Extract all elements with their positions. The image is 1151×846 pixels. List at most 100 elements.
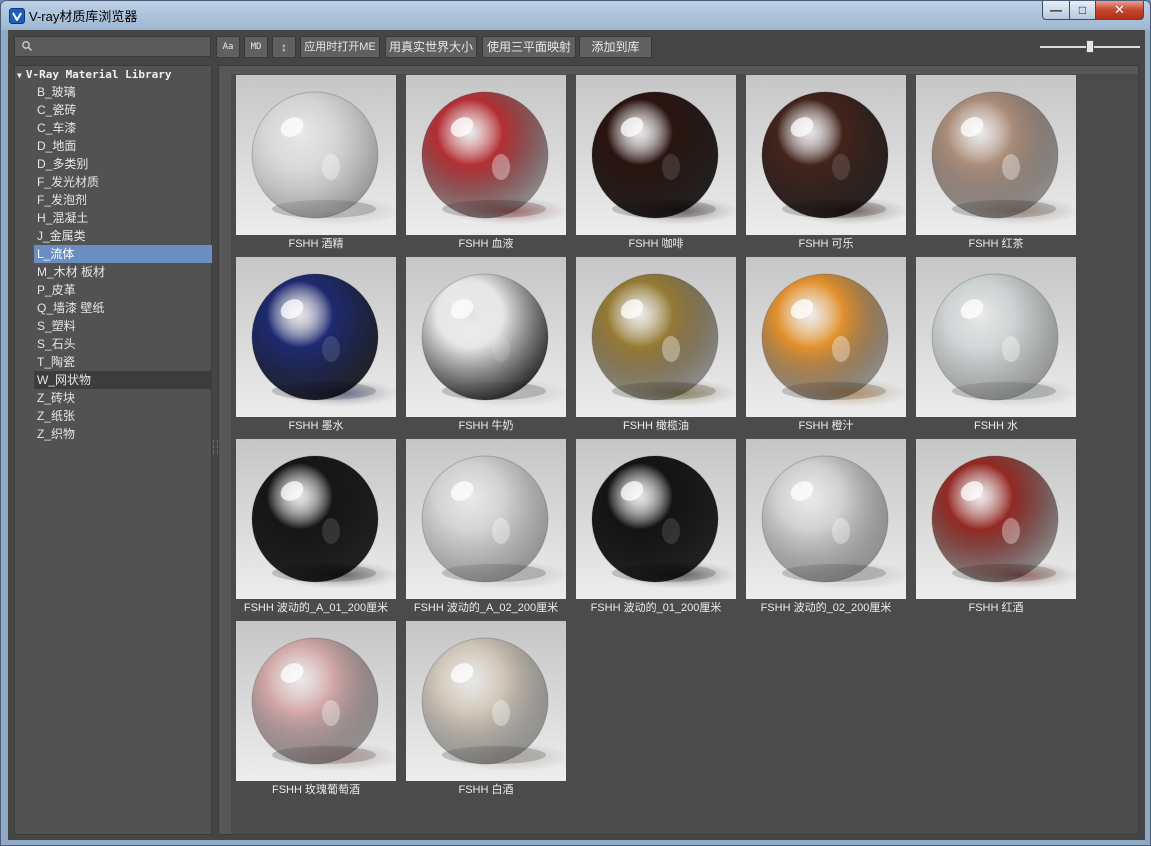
material-tile[interactable]: FSHH 血液: [406, 75, 568, 255]
material-tile[interactable]: FSHH 橙汁: [746, 257, 908, 437]
material-tile[interactable]: FSHH 酒精: [236, 75, 398, 255]
material-grid-panel: FSHH 酒精 FSHH 血液 FSHH 咖啡 FSHH 可乐 FSHH 红茶 FSHH …: [218, 65, 1139, 835]
tree-root-node[interactable]: ▼ V-Ray Material Library: [17, 68, 172, 82]
tree-item[interactable]: T_陶瓷: [34, 353, 212, 371]
apply-open-me-button[interactable]: 应用时打开ME: [300, 36, 380, 58]
material-tile[interactable]: FSHH 波动的_02_200厘米: [746, 439, 908, 619]
material-preview-sphere[interactable]: [916, 257, 1076, 417]
client-area: Aa MD ↕ 应用时打开ME 用真实世界大小 使用三平面映射 添加到库 ▼ V-…: [8, 30, 1145, 840]
material-preview-sphere[interactable]: [406, 257, 566, 417]
library-tree[interactable]: ▼ V-Ray Material Library B_玻璃 C_瓷砖 C_车漆 D_地面…: [14, 65, 212, 835]
tree-item[interactable]: Z_纸张: [34, 407, 212, 425]
tree-root-label: V-Ray Material Library: [25, 68, 172, 81]
material-tile[interactable]: FSHH 红茶: [916, 75, 1078, 255]
vray-app-icon: [9, 8, 25, 24]
material-preview-sphere[interactable]: [236, 257, 396, 417]
md-button[interactable]: MD: [244, 36, 268, 58]
maximize-button[interactable]: □: [1069, 1, 1096, 20]
tree-item[interactable]: L_流体: [34, 245, 212, 263]
material-label: FSHH 水: [974, 420, 1018, 432]
sort-button[interactable]: ↕: [272, 36, 296, 58]
material-tile[interactable]: FSHH 波动的_A_02_200厘米: [406, 439, 568, 619]
close-icon: ✕: [1114, 2, 1125, 17]
material-label: FSHH 橙汁: [798, 420, 854, 432]
tree-item[interactable]: J_金属类: [34, 227, 212, 245]
material-label: FSHH 牛奶: [458, 420, 514, 432]
minimize-button[interactable]: —: [1042, 1, 1070, 20]
real-world-size-button[interactable]: 用真实世界大小: [385, 36, 477, 58]
tree-item[interactable]: M_木材 板材: [34, 263, 212, 281]
tree-item[interactable]: Q_墙漆 壁纸: [34, 299, 212, 317]
tree-item[interactable]: Z_砖块: [34, 389, 212, 407]
material-tile[interactable]: FSHH 波动的_01_200厘米: [576, 439, 738, 619]
material-label: FSHH 墨水: [288, 420, 344, 432]
material-tile[interactable]: FSHH 玫瑰葡萄酒: [236, 621, 398, 801]
tree-item[interactable]: F_发泡剂: [34, 191, 212, 209]
add-to-library-button[interactable]: 添加到库: [579, 36, 652, 58]
thumbnail-size-slider[interactable]: [1040, 40, 1140, 54]
material-preview-sphere[interactable]: [746, 75, 906, 235]
material-preview-sphere[interactable]: [916, 75, 1076, 235]
material-preview-sphere[interactable]: [916, 439, 1076, 599]
tree-item[interactable]: C_车漆: [34, 119, 212, 137]
material-label: FSHH 波动的_02_200厘米: [760, 602, 892, 614]
material-tile[interactable]: FSHH 可乐: [746, 75, 908, 255]
grid-left-band: [219, 66, 231, 834]
material-preview-sphere[interactable]: [236, 621, 396, 781]
tree-item[interactable]: C_瓷砖: [34, 101, 212, 119]
material-label: FSHH 咖啡: [628, 238, 684, 250]
material-preview-sphere[interactable]: [406, 75, 566, 235]
material-tile[interactable]: FSHH 波动的_A_01_200厘米: [236, 439, 398, 619]
tree-item[interactable]: Z_织物: [34, 425, 212, 443]
expand-arrow-icon[interactable]: ▼: [17, 71, 22, 80]
minimize-icon: —: [1050, 3, 1062, 17]
material-tile[interactable]: FSHH 墨水: [236, 257, 398, 437]
tree-item[interactable]: D_地面: [34, 137, 212, 155]
tree-item[interactable]: F_发光材质: [34, 173, 212, 191]
material-tile[interactable]: FSHH 水: [916, 257, 1078, 437]
material-label: FSHH 白酒: [458, 784, 514, 796]
material-preview-sphere[interactable]: [236, 75, 396, 235]
material-label: FSHH 波动的_A_02_200厘米: [413, 602, 559, 614]
title-bar[interactable]: V-ray材质库浏览器 — □ ✕: [1, 1, 1150, 29]
material-label: FSHH 酒精: [288, 238, 344, 250]
app-window: V-ray材质库浏览器 — □ ✕ Aa MD ↕ 应用时打开ME 用真实世界大…: [0, 0, 1151, 846]
material-preview-sphere[interactable]: [746, 257, 906, 417]
tree-item[interactable]: S_石头: [34, 335, 212, 353]
material-preview-sphere[interactable]: [576, 257, 736, 417]
grid-header-band: [231, 66, 1138, 74]
material-tile[interactable]: FSHH 牛奶: [406, 257, 568, 437]
close-button[interactable]: ✕: [1095, 1, 1144, 20]
material-tile[interactable]: FSHH 咖啡: [576, 75, 738, 255]
triplanar-mapping-button[interactable]: 使用三平面映射: [482, 36, 576, 58]
material-label: FSHH 红酒: [968, 602, 1024, 614]
material-label: FSHH 波动的_01_200厘米: [590, 602, 722, 614]
material-preview-sphere[interactable]: [406, 439, 566, 599]
material-tile[interactable]: FSHH 橄榄油: [576, 257, 738, 437]
material-label: FSHH 红茶: [968, 238, 1024, 250]
material-tile[interactable]: FSHH 白酒: [406, 621, 568, 801]
tree-item[interactable]: B_玻璃: [34, 83, 212, 101]
material-label: FSHH 血液: [458, 238, 514, 250]
material-label: FSHH 玫瑰葡萄酒: [272, 784, 360, 796]
material-label: FSHH 橄榄油: [623, 420, 689, 432]
material-preview-sphere[interactable]: [406, 621, 566, 781]
tree-item[interactable]: D_多类别: [34, 155, 212, 173]
search-icon: [22, 41, 33, 52]
font-size-button[interactable]: Aa: [216, 36, 240, 58]
material-preview-sphere[interactable]: [576, 75, 736, 235]
search-box[interactable]: [14, 36, 211, 57]
material-label: FSHH 可乐: [798, 238, 854, 250]
maximize-icon: □: [1078, 3, 1087, 17]
search-input[interactable]: [37, 38, 211, 57]
material-preview-sphere[interactable]: [746, 439, 906, 599]
material-label: FSHH 波动的_A_01_200厘米: [243, 602, 389, 614]
tree-item[interactable]: H_混凝土: [34, 209, 212, 227]
material-preview-sphere[interactable]: [576, 439, 736, 599]
material-tile[interactable]: FSHH 红酒: [916, 439, 1078, 619]
slider-thumb[interactable]: [1086, 40, 1094, 53]
tree-item[interactable]: S_塑料: [34, 317, 212, 335]
material-preview-sphere[interactable]: [236, 439, 396, 599]
tree-item[interactable]: P_皮革: [34, 281, 212, 299]
tree-item[interactable]: W_网状物: [34, 371, 212, 389]
